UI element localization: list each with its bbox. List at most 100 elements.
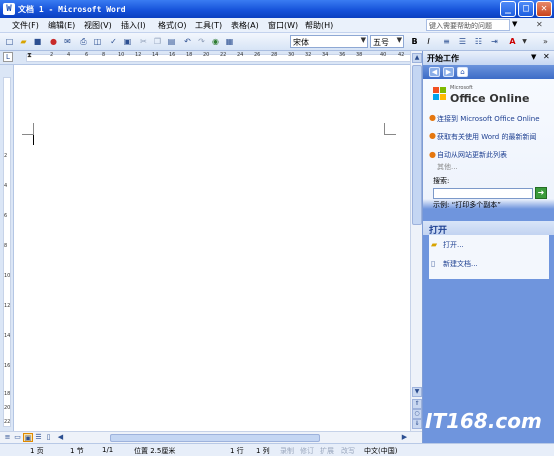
scroll-thumb[interactable]: [412, 65, 422, 225]
status-record[interactable]: 录制: [280, 446, 294, 456]
paste-icon[interactable]: ▤: [166, 36, 177, 47]
permission-icon[interactable]: ●: [48, 36, 59, 47]
scroll-up-icon[interactable]: ▲: [412, 53, 422, 63]
ruler-tick: 38: [356, 52, 363, 58]
cut-icon[interactable]: ✂: [138, 36, 149, 47]
scroll-right-icon[interactable]: ▶: [400, 433, 409, 442]
table-icon[interactable]: ▦: [224, 36, 235, 47]
search-input[interactable]: [433, 188, 533, 199]
font-dropdown-icon[interactable]: ▼: [361, 36, 366, 44]
menu-window[interactable]: 窗口(W): [268, 20, 298, 31]
indent-icon[interactable]: ⇥: [489, 36, 500, 47]
status-line: 1 行: [230, 447, 244, 455]
word-app-icon[interactable]: W: [3, 3, 15, 15]
new-document-link[interactable]: 新建文档...: [443, 260, 478, 269]
status-overtype[interactable]: 改写: [341, 446, 355, 456]
menu-bar: 文件(F) 编辑(E) 视图(V) 插入(I) 格式(O) 工具(T) 表格(A…: [0, 18, 554, 33]
search-go-icon[interactable]: ➜: [535, 187, 547, 199]
size-dropdown-icon[interactable]: ▼: [397, 36, 402, 44]
open-folder-icon[interactable]: ▰: [18, 36, 29, 47]
home-icon[interactable]: ⌂: [457, 67, 468, 77]
print-icon[interactable]: ⎙: [78, 36, 89, 47]
reading-view-icon[interactable]: ▯: [44, 433, 53, 442]
web-view-icon[interactable]: ▭: [13, 433, 22, 442]
spelling-icon[interactable]: ✓: [108, 36, 119, 47]
bold-button[interactable]: B: [409, 36, 420, 47]
task-pane-menu-icon[interactable]: ▼: [531, 53, 536, 61]
horizontal-ruler[interactable]: L ⧗ 2 4 6 8 10 12 14 16 18 20 22 24 26 2…: [0, 51, 422, 65]
tab-selector-icon[interactable]: L: [3, 52, 13, 62]
vertical-scrollbar[interactable]: ▲ ▼ ⇑ ○ ⇓: [410, 51, 422, 431]
ruler-tick: 32: [305, 52, 312, 58]
previous-page-icon[interactable]: ⇑: [412, 399, 422, 409]
scroll-left-icon[interactable]: ◀: [56, 433, 65, 442]
bullets-icon[interactable]: ☷: [473, 36, 484, 47]
forward-icon[interactable]: ▶: [443, 67, 454, 77]
menu-file[interactable]: 文件(F): [12, 20, 39, 31]
save-icon[interactable]: ■: [32, 36, 43, 47]
link-word-news[interactable]: 获取有关使用 Word 的最新新闻: [437, 133, 549, 142]
toolbar-options-icon[interactable]: »: [540, 36, 551, 47]
menu-insert[interactable]: 插入(I): [121, 20, 146, 31]
menu-edit[interactable]: 编辑(E): [48, 20, 75, 31]
horizontal-scroll-thumb[interactable]: [110, 434, 320, 442]
vruler-tick: 18: [4, 391, 11, 397]
outline-view-icon[interactable]: ☰: [34, 433, 43, 442]
print-layout-icon[interactable]: ▣: [23, 433, 33, 442]
menu-view[interactable]: 视图(V): [84, 20, 112, 31]
status-track[interactable]: 修订: [300, 446, 314, 456]
task-pane-header: 开始工作 ▼ ✕: [423, 51, 554, 65]
menu-help[interactable]: 帮助(H): [305, 20, 333, 31]
normal-view-icon[interactable]: ≡: [3, 433, 12, 442]
ask-dropdown-icon[interactable]: ▼: [512, 20, 517, 28]
browse-object-icon[interactable]: ○: [412, 409, 422, 419]
bullet-icon: ●: [429, 131, 436, 140]
menu-table[interactable]: 表格(A): [231, 20, 259, 31]
ruler-tick: 8: [102, 52, 106, 58]
horizontal-scrollbar[interactable]: ≡ ▭ ▣ ☰ ▯ ◀ ▶: [0, 431, 422, 443]
redo-icon[interactable]: ↷: [196, 36, 207, 47]
research-icon[interactable]: ▣: [122, 36, 133, 47]
office-online-logo: Microsoft Office Online: [431, 83, 535, 107]
font-color-button[interactable]: A: [507, 36, 518, 47]
ruler-tick: 4: [67, 52, 71, 58]
vertical-ruler[interactable]: 2 4 6 8 10 12 14 16 18 20 22: [0, 65, 14, 431]
menu-format[interactable]: 格式(O): [158, 20, 187, 31]
back-icon[interactable]: ◀: [429, 67, 440, 77]
new-document-icon[interactable]: □: [4, 36, 15, 47]
scroll-down-icon[interactable]: ▼: [412, 387, 422, 397]
email-icon[interactable]: ✉: [62, 36, 73, 47]
microsoft-wordmark: Microsoft: [450, 85, 473, 91]
status-extend[interactable]: 扩展: [320, 446, 334, 456]
menu-tools[interactable]: 工具(T): [195, 20, 222, 31]
bullet-icon: ●: [429, 150, 436, 159]
numbering-icon[interactable]: ☰: [457, 36, 468, 47]
ruler-tick: 42: [398, 52, 405, 58]
close-button[interactable]: ✕: [536, 1, 552, 17]
it168-watermark: IT168.com: [425, 409, 542, 433]
font-size-combo[interactable]: 五号 ▼: [370, 35, 404, 48]
align-justify-icon[interactable]: ≡: [441, 36, 452, 47]
copy-icon[interactable]: ❐: [152, 36, 163, 47]
hyperlink-icon[interactable]: ◉: [210, 36, 221, 47]
doc-close-icon[interactable]: ✕: [536, 20, 543, 29]
link-auto-update[interactable]: 自动从网站更新此列表: [437, 151, 549, 160]
document-page[interactable]: [14, 65, 410, 431]
more-link[interactable]: 其他...: [437, 163, 458, 172]
next-page-icon[interactable]: ⇓: [412, 419, 422, 429]
ask-question-box[interactable]: 键入需要帮助的问题: [426, 19, 510, 31]
link-office-online[interactable]: 连接到 Microsoft Office Online: [437, 115, 549, 124]
title-bar: W 文档 1 - Microsoft Word _ □ ✕: [0, 0, 554, 18]
minimize-button[interactable]: _: [500, 1, 516, 17]
font-color-dropdown-icon[interactable]: ▼: [519, 36, 530, 47]
print-preview-icon[interactable]: ◫: [92, 36, 103, 47]
task-pane-close-icon[interactable]: ✕: [543, 52, 550, 61]
indent-marker-icon[interactable]: ⧗: [27, 51, 32, 60]
open-link[interactable]: 打开...: [443, 241, 464, 250]
ruler-tick: 24: [237, 52, 244, 58]
maximize-button[interactable]: □: [518, 1, 534, 17]
task-pane-body: Microsoft Office Online ● 连接到 Microsoft …: [423, 79, 554, 443]
font-name-combo[interactable]: 宋体 ▼: [290, 35, 368, 48]
undo-icon[interactable]: ↶: [182, 36, 193, 47]
italic-button[interactable]: I: [423, 36, 434, 47]
